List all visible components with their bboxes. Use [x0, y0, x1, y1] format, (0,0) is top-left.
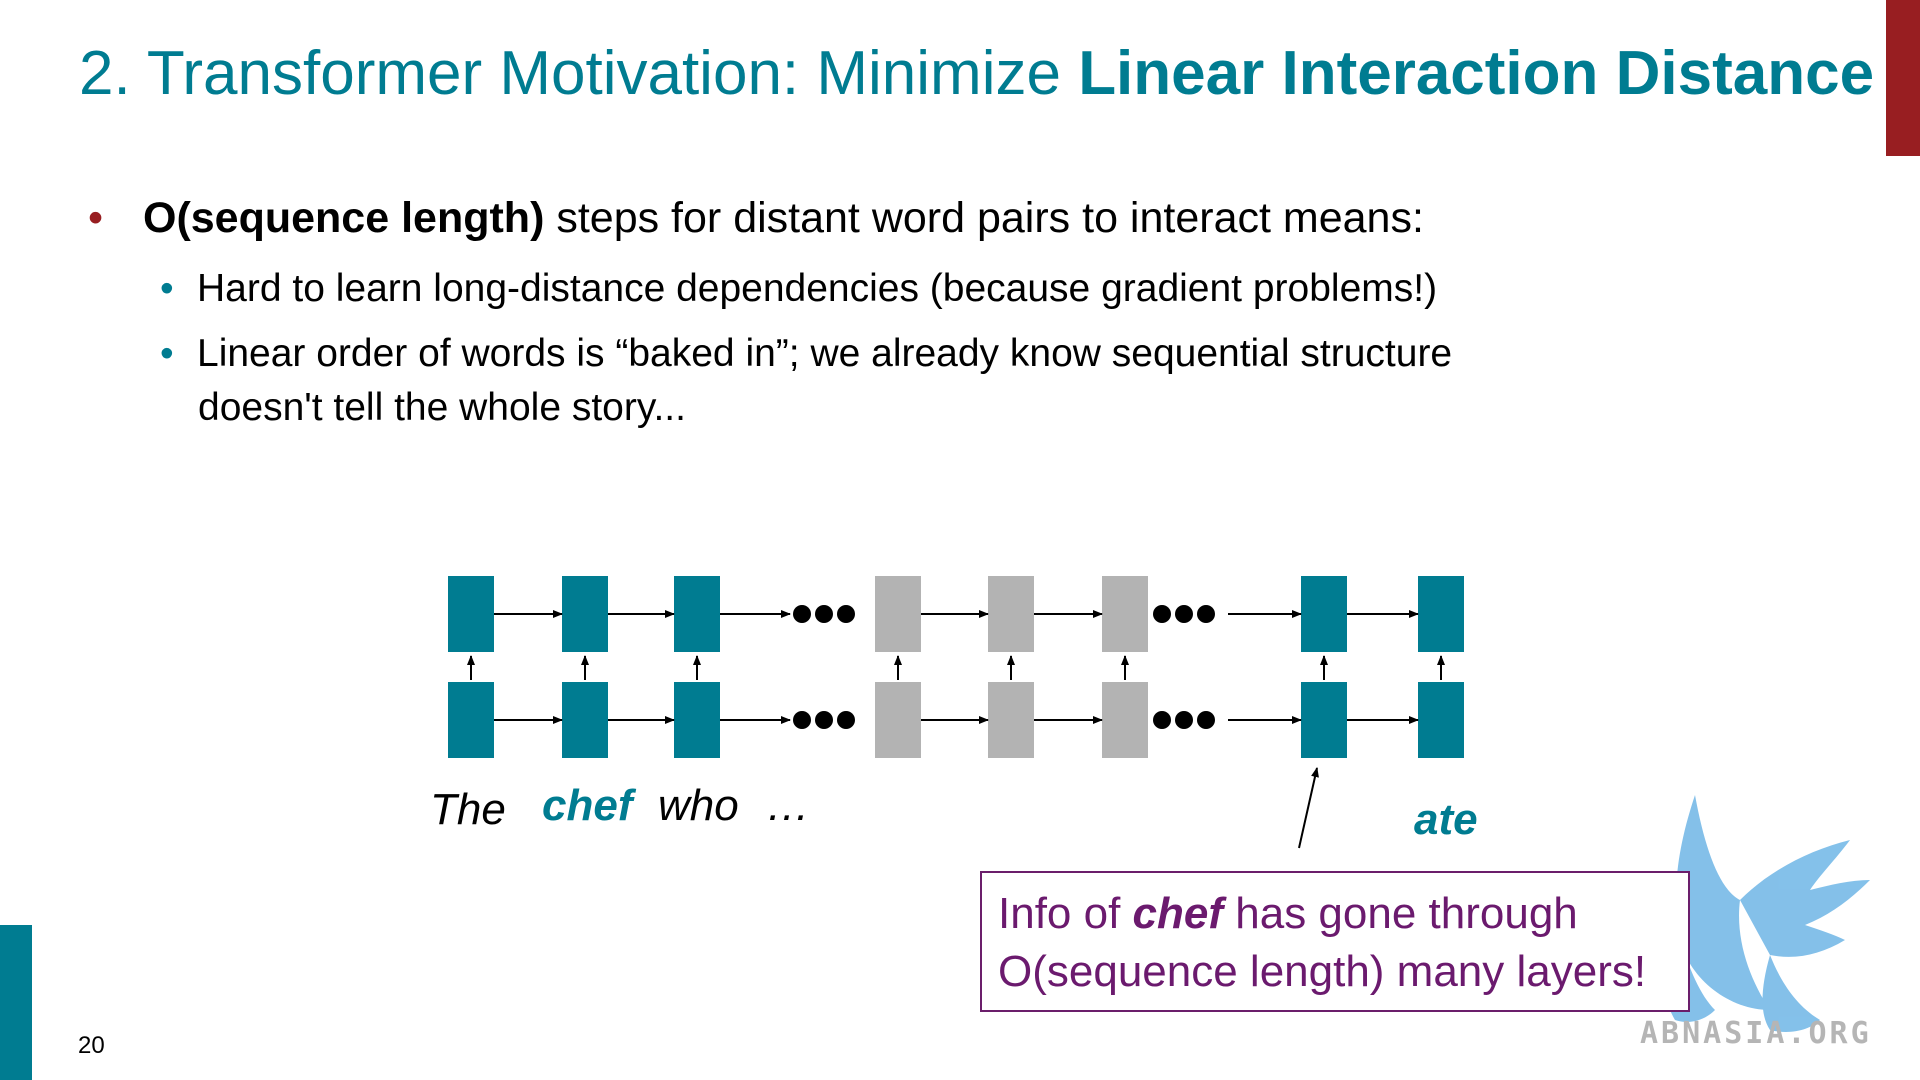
- ellipsis-dot: [1197, 711, 1215, 729]
- ellipsis-dot: [793, 605, 811, 623]
- callout-prefix: Info of: [998, 889, 1133, 938]
- word-ate: ate: [1414, 795, 1478, 844]
- ellipsis-dot: [1175, 605, 1193, 623]
- ellipsis-dot: [1175, 711, 1193, 729]
- rnn-cell: [1102, 682, 1148, 758]
- rnn-cell: [562, 576, 608, 652]
- rnn-cell: [1301, 576, 1347, 652]
- word-chef: chef: [542, 781, 633, 830]
- rnn-cell: [1301, 682, 1347, 758]
- word-the: The: [430, 785, 506, 834]
- rnn-cell: [988, 682, 1034, 758]
- callout-suffix: has gone through: [1223, 889, 1578, 938]
- ellipsis-dot: [1197, 605, 1215, 623]
- rnn-cell: [674, 682, 720, 758]
- rnn-cell: [448, 682, 494, 758]
- rnn-cell: [1418, 576, 1464, 652]
- page-number: 20: [78, 1032, 105, 1059]
- word-ellipsis: …: [766, 781, 810, 830]
- ellipsis-dot: [1153, 711, 1171, 729]
- ellipsis-dot: [815, 605, 833, 623]
- rnn-cell: [1102, 576, 1148, 652]
- callout-line-1: Info of chef has gone through: [998, 889, 1578, 939]
- rnn-cell: [448, 576, 494, 652]
- ellipsis-dot: [837, 711, 855, 729]
- rnn-cell: [562, 682, 608, 758]
- rnn-cell: [875, 682, 921, 758]
- callout-box: Info of chef has gone through O(sequence…: [980, 871, 1690, 1012]
- callout-pointer-arrow: [1298, 767, 1319, 849]
- rnn-cell: [988, 576, 1034, 652]
- word-who: who: [658, 781, 739, 830]
- rnn-cell: [674, 576, 720, 652]
- ellipsis-dot: [793, 711, 811, 729]
- ellipsis-dot: [1153, 605, 1171, 623]
- callout-line-2: O(sequence length) many layers!: [998, 947, 1647, 996]
- watermark-text: ABNASIA.ORG: [1640, 1016, 1872, 1051]
- callout-emph: chef: [1132, 889, 1224, 938]
- rnn-cell: [1418, 682, 1464, 758]
- rnn-cell: [875, 576, 921, 652]
- ellipsis-dot: [837, 605, 855, 623]
- ellipsis-dot: [815, 711, 833, 729]
